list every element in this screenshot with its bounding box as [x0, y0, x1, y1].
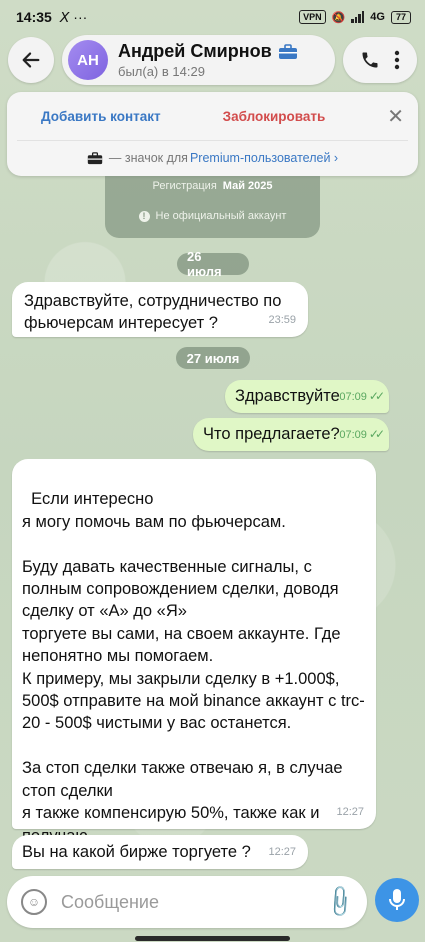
header-actions: [343, 37, 417, 83]
premium-hint-text: — значок для: [108, 151, 188, 165]
more-vertical-icon[interactable]: [394, 50, 400, 70]
attach-icon[interactable]: 📎: [320, 883, 358, 921]
contact-name-row: Андрей Смирнов: [118, 41, 298, 62]
briefcase-icon: [87, 151, 103, 164]
registration-value: Май 2025: [222, 180, 273, 192]
double-check-icon: ✓✓: [368, 389, 385, 403]
signal-icon: [351, 11, 365, 23]
message-time: 07:09: [339, 429, 367, 441]
message-incoming[interactable]: Вы на какой бирже торгуете ? 12:27: [12, 835, 308, 869]
message-text: Вы на какой бирже торгуете ?: [22, 843, 251, 861]
date-separator: 27 июля: [176, 347, 250, 369]
chat-header: АН Андрей Смирнов был(а) в 14:29: [8, 32, 417, 88]
status-bar: 14:35 𝘟 ··· VPN 🔕 4G 77: [0, 0, 425, 34]
back-button[interactable]: [8, 37, 54, 83]
message-outgoing[interactable]: Здравствуйте 07:09 ✓✓: [225, 380, 389, 413]
mute-icon: 🔕: [331, 11, 346, 24]
status-time: 14:35: [16, 9, 52, 25]
message-text: Если интересно я могу помочь вам по фьюч…: [22, 490, 365, 844]
close-icon[interactable]: ✕: [387, 104, 404, 129]
message-time: 12:27: [268, 846, 296, 858]
registration-label: Регистрация: [152, 180, 217, 192]
message-incoming[interactable]: Здравствуйте, сотрудничество по фьючерса…: [12, 282, 308, 337]
unofficial-account-label: Не официальный аккаунт: [155, 210, 287, 222]
message-time: 23:59: [268, 314, 296, 326]
battery-icon: 77: [390, 10, 411, 24]
message-time: 12:27: [336, 805, 364, 818]
message-time: 07:09: [339, 391, 367, 403]
message-text: Здравствуйте: [235, 387, 340, 405]
voice-record-button[interactable]: [375, 878, 419, 922]
message-composer: ☺ 📎: [7, 876, 367, 928]
message-outgoing[interactable]: Что предлагаете? 07:09 ✓✓: [193, 418, 389, 451]
emoji-icon[interactable]: ☺: [21, 889, 47, 915]
message-text: Что предлагаете?: [203, 425, 340, 443]
account-info-card: Регистрация Май 2025 ! Не официальный акк…: [105, 176, 320, 238]
message-input[interactable]: [61, 891, 326, 913]
new-contact-notice: Добавить контакт Заблокировать ✕ — значо…: [7, 92, 418, 176]
info-icon: !: [138, 210, 150, 222]
date-separator: 26 июля: [177, 249, 249, 279]
vpn-icon: VPN: [299, 10, 326, 24]
arrow-left-icon: [22, 52, 40, 68]
last-seen: был(а) в 14:29: [118, 64, 205, 79]
premium-link[interactable]: Premium-пользователей ›: [190, 151, 338, 165]
network-icon: 4G: [370, 11, 385, 23]
phone-icon[interactable]: [360, 50, 380, 70]
message-incoming[interactable]: Если интересно я могу помочь вам по фьюч…: [12, 459, 376, 845]
contact-name: Андрей Смирнов: [118, 41, 272, 61]
home-indicator: [135, 936, 290, 941]
message-text: Здравствуйте, сотрудничество по фьючерса…: [24, 292, 282, 332]
microphone-icon: [389, 889, 405, 910]
block-button[interactable]: Заблокировать: [223, 109, 326, 124]
avatar: АН: [68, 40, 108, 80]
double-check-icon: ✓✓: [368, 427, 385, 441]
premium-briefcase-icon: [278, 43, 297, 59]
status-extra-icons: 𝘟 ···: [59, 8, 88, 25]
add-contact-button[interactable]: Добавить контакт: [41, 109, 161, 124]
premium-hint[interactable]: — значок для Premium-пользователей ›: [7, 141, 418, 175]
contact-info[interactable]: АН Андрей Смирнов был(а) в 14:29: [62, 35, 335, 85]
